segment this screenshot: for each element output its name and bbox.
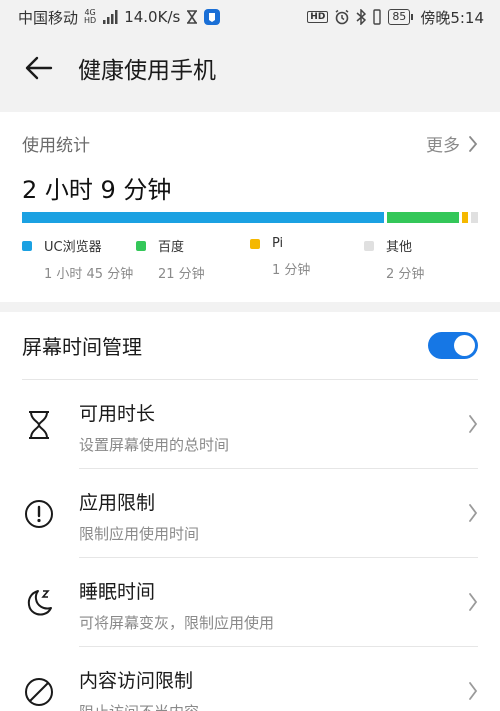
hourglass-icon <box>22 408 56 442</box>
item-subtitle: 阻止访问不当内容 <box>79 701 440 711</box>
item-subtitle: 可将屏幕变灰，限制应用使用 <box>79 614 275 632</box>
status-bar: 中国移动 4G HD 14.0K/s HD 85 傍晚5:14 <box>0 0 500 34</box>
total-usage-time: 2 小时 9 分钟 <box>22 176 172 204</box>
list-item-available-time[interactable]: 可用时长 设置屏幕使用的总时间 <box>0 380 500 469</box>
legend-app-time: 1 小时 45 分钟 <box>44 267 134 282</box>
legend-app-time: 2 分钟 <box>386 267 425 282</box>
legend-app-name: 其他 <box>386 240 413 255</box>
hourglass-status-icon <box>187 10 198 24</box>
item-subtitle: 设置屏幕使用的总时间 <box>79 436 230 454</box>
legend-app-name: Pi <box>272 236 284 251</box>
block-icon <box>22 675 56 709</box>
chevron-right-icon <box>469 593 478 611</box>
usage-bar-segment-2 <box>462 212 469 223</box>
network-speed: 14.0K/s <box>124 8 181 26</box>
legend-dot-0 <box>22 240 32 251</box>
legend-dot-3 <box>364 240 374 251</box>
screen-time-toggle-row[interactable]: 屏幕时间管理 <box>22 312 478 380</box>
app-notification-icon <box>204 9 221 25</box>
clock: 傍晚5:14 <box>420 8 484 27</box>
screen-time-label: 屏幕时间管理 <box>22 335 142 359</box>
battery-indicator: 85 <box>388 9 414 25</box>
hd-badge: HD <box>307 11 329 23</box>
toggle-knob <box>454 335 475 356</box>
usage-bar-segment-3 <box>471 212 478 223</box>
usage-bar <box>22 212 478 223</box>
legend-item: UC浏览器 1 小时 45 分钟 <box>22 236 136 282</box>
usage-bar-segment-1 <box>386 212 460 223</box>
alert-circle-icon <box>22 497 56 531</box>
more-label: 更多 <box>426 136 460 156</box>
legend-app-time: 21 分钟 <box>158 267 205 282</box>
item-title: 可用时长 <box>79 403 156 425</box>
more-link[interactable]: 更多 <box>426 131 478 156</box>
back-button[interactable] <box>0 34 78 102</box>
bluetooth-icon <box>356 9 367 25</box>
arrow-left-icon <box>25 56 53 80</box>
item-title: 睡眠时间 <box>79 581 156 603</box>
legend-item: 百度 21 分钟 <box>136 236 250 282</box>
alarm-icon <box>335 9 349 25</box>
usage-label: 使用统计 <box>22 136 90 156</box>
chevron-right-icon <box>469 415 478 433</box>
list-item-bedtime[interactable]: 睡眠时间 可将屏幕变灰，限制应用使用 <box>0 558 500 647</box>
screen-time-toggle[interactable] <box>428 332 478 359</box>
legend-dot-2 <box>250 238 260 249</box>
item-title: 内容访问限制 <box>79 670 194 692</box>
usage-card[interactable]: 使用统计 更多 2 小时 9 分钟 UC浏览器 1 小时 45 分钟 百度 21… <box>0 112 500 302</box>
screen-time-section: 屏幕时间管理 可用时长 设置屏幕使用的总时间 应用限制 限制应用使用时间 睡眠时… <box>0 312 500 711</box>
legend-app-time: 1 分钟 <box>272 263 311 278</box>
vibrate-icon <box>373 9 382 25</box>
carrier-label: 中国移动 <box>18 8 79 27</box>
legend-item: Pi 1 分钟 <box>250 236 364 282</box>
network-type: 4G HD <box>84 8 97 25</box>
legend-app-name: UC浏览器 <box>44 240 102 255</box>
chevron-right-icon <box>469 504 478 522</box>
page-title: 健康使用手机 <box>78 58 216 84</box>
legend-item: 其他 2 分钟 <box>364 236 478 282</box>
app-bar: 健康使用手机 <box>0 34 500 102</box>
usage-legend: UC浏览器 1 小时 45 分钟 百度 21 分钟 Pi 1 分钟 其他 2 分… <box>22 236 492 282</box>
item-title: 应用限制 <box>79 492 156 514</box>
list-item-app-limits[interactable]: 应用限制 限制应用使用时间 <box>0 469 500 558</box>
chevron-right-icon <box>469 682 478 700</box>
legend-dot-1 <box>136 240 146 251</box>
usage-bar-segment-0 <box>22 212 384 223</box>
signal-icon <box>103 10 118 24</box>
list-item-content-restrictions[interactable]: 内容访问限制 阻止访问不当内容 <box>0 647 500 711</box>
moon-sleep-icon <box>22 586 56 620</box>
item-subtitle: 限制应用使用时间 <box>79 525 200 543</box>
chevron-right-icon <box>469 135 478 152</box>
legend-app-name: 百度 <box>158 240 185 255</box>
